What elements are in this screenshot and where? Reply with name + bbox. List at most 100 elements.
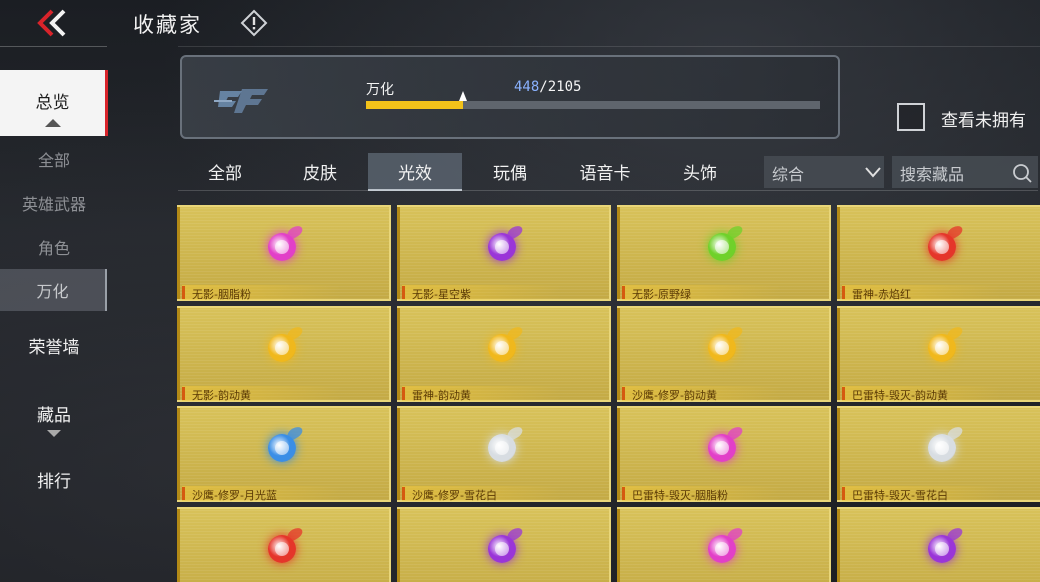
effect-streak-icon bbox=[505, 223, 525, 241]
progress-total: /2105 bbox=[539, 79, 582, 95]
cf-logo-icon bbox=[212, 79, 276, 119]
card-name: 巴雷特-毁灭-雪花白 bbox=[852, 489, 948, 502]
effect-streak-icon bbox=[725, 223, 745, 241]
collection-card[interactable] bbox=[397, 507, 611, 582]
effect-streak-icon bbox=[945, 424, 965, 442]
collection-card[interactable] bbox=[177, 507, 391, 582]
search-input[interactable]: 搜索藏品 bbox=[892, 156, 1038, 188]
collection-card[interactable]: 无影-胭脂粉 bbox=[177, 205, 391, 301]
sidebar-item-ranking[interactable]: 排行 bbox=[0, 467, 108, 492]
effect-streak-icon bbox=[285, 525, 305, 543]
progress-label: 万化 bbox=[366, 82, 394, 98]
search-placeholder: 搜索藏品 bbox=[900, 165, 965, 184]
collection-card[interactable]: 雷神-赤焰红 bbox=[837, 205, 1040, 301]
effect-streak-icon bbox=[505, 424, 525, 442]
progress-bar bbox=[366, 91, 820, 109]
sidebar-item-overview[interactable]: 总览 bbox=[0, 70, 108, 136]
caret-up-icon bbox=[45, 119, 61, 127]
show-unowned-toggle[interactable]: 查看未拥有 bbox=[897, 103, 1037, 131]
effect-streak-icon bbox=[945, 223, 965, 241]
collection-card[interactable] bbox=[617, 507, 831, 582]
chevron-down-icon bbox=[865, 167, 881, 178]
card-name: 雷神-赤焰红 bbox=[852, 288, 911, 301]
collection-card[interactable]: 无影-星空紫 bbox=[397, 205, 611, 301]
card-name: 无影-韵动黄 bbox=[192, 389, 251, 402]
sidebar-item-label: 总览 bbox=[35, 93, 70, 113]
tab-dolls[interactable]: 玩偶 bbox=[463, 153, 557, 191]
card-name-bar: 沙鹰-修罗-雪花白 bbox=[402, 486, 562, 502]
caret-down-icon bbox=[47, 430, 61, 437]
card-name: 沙鹰-修罗-月光蓝 bbox=[192, 489, 277, 502]
collection-card[interactable]: 沙鹰-修罗-月光蓝 bbox=[177, 406, 391, 502]
card-name: 无影-星空紫 bbox=[412, 288, 471, 301]
effect-streak-icon bbox=[285, 223, 305, 241]
sidebar-item-honor-wall[interactable]: 荣誉墙 bbox=[0, 333, 108, 358]
card-name-bar: 雷神-韵动黄 bbox=[402, 386, 562, 402]
card-name: 雷神-韵动黄 bbox=[412, 389, 471, 402]
card-name: 沙鹰-修罗-韵动黄 bbox=[632, 389, 717, 402]
card-name-bar: 沙鹰-修罗-月光蓝 bbox=[182, 486, 342, 502]
sidebar-subitem-characters[interactable]: 角色 bbox=[0, 235, 108, 259]
collection-card[interactable]: 无影-原野绿 bbox=[617, 205, 831, 301]
card-name-bar: 无影-胭脂粉 bbox=[182, 285, 342, 301]
collection-grid: 无影-胭脂粉 无影-星空紫 无影-原野绿 雷神-赤焰红 无影-韵动黄 雷神-韵动黄 沙鹰-修… bbox=[177, 205, 1040, 582]
card-name-bar: 巴雷特-毁灭-雪花白 bbox=[842, 486, 1002, 502]
page-title: 收藏家 bbox=[133, 13, 202, 37]
sidebar-subitem-all[interactable]: 全部 bbox=[0, 147, 108, 171]
collection-card[interactable]: 无影-韵动黄 bbox=[177, 306, 391, 402]
effect-streak-icon bbox=[285, 324, 305, 342]
divider bbox=[0, 46, 107, 47]
unowned-label: 查看未拥有 bbox=[941, 111, 1026, 131]
progress-count: 448/2105 bbox=[514, 79, 581, 95]
sidebar-subitem-wanhua[interactable]: 万化 bbox=[0, 269, 107, 311]
top-bar: 收藏家 bbox=[0, 0, 1040, 46]
tab-voice-cards[interactable]: 语音卡 bbox=[558, 153, 652, 191]
sidebar-item-label: 藏品 bbox=[37, 406, 71, 426]
back-chevron-icon bbox=[37, 9, 66, 37]
tab-headwear[interactable]: 头饰 bbox=[653, 153, 747, 191]
collection-card[interactable]: 巴雷特-毁灭-韵动黄 bbox=[837, 306, 1040, 402]
card-name-bar: 沙鹰-修罗-韵动黄 bbox=[622, 386, 782, 402]
effect-streak-icon bbox=[285, 424, 305, 442]
effect-streak-icon bbox=[725, 324, 745, 342]
category-tabs: 全部 皮肤 光效 玩偶 语音卡 头饰 综合 搜索藏品 bbox=[178, 153, 1040, 191]
card-name-bar: 无影-星空紫 bbox=[402, 285, 562, 301]
collection-card[interactable]: 巴雷特-毁灭-雪花白 bbox=[837, 406, 1040, 502]
card-name-bar: 巴雷特-毁灭-韵动黄 bbox=[842, 386, 1002, 402]
back-button[interactable] bbox=[34, 8, 74, 38]
divider bbox=[178, 190, 1038, 191]
card-name-bar: 巴雷特-毁灭-胭脂粉 bbox=[622, 486, 782, 502]
collection-card[interactable]: 雷神-韵动黄 bbox=[397, 306, 611, 402]
card-name-bar: 雷神-赤焰红 bbox=[842, 285, 1002, 301]
sidebar-subitem-hero-weapons[interactable]: 英雄武器 bbox=[0, 191, 108, 215]
sort-dropdown[interactable]: 综合 bbox=[764, 156, 884, 188]
unowned-checkbox[interactable] bbox=[897, 103, 925, 131]
progress-current: 448 bbox=[514, 79, 540, 95]
progress-bar-fill bbox=[366, 101, 463, 109]
card-name: 无影-胭脂粉 bbox=[192, 288, 251, 301]
tab-skins[interactable]: 皮肤 bbox=[273, 153, 367, 191]
collection-card[interactable]: 巴雷特-毁灭-胭脂粉 bbox=[617, 406, 831, 502]
collection-card[interactable]: 沙鹰-修罗-韵动黄 bbox=[617, 306, 831, 402]
sidebar-item-collection[interactable]: 藏品 bbox=[0, 401, 108, 437]
info-button[interactable] bbox=[240, 9, 268, 37]
collection-card[interactable]: 沙鹰-修罗-雪花白 bbox=[397, 406, 611, 502]
progress-panel: 万化 448/2105 bbox=[180, 55, 840, 139]
effect-streak-icon bbox=[945, 525, 965, 543]
divider bbox=[178, 46, 1040, 47]
effect-streak-icon bbox=[505, 525, 525, 543]
info-icon bbox=[240, 9, 268, 37]
card-name: 巴雷特-毁灭-胭脂粉 bbox=[632, 489, 728, 502]
card-name: 巴雷特-毁灭-韵动黄 bbox=[852, 389, 948, 402]
effect-streak-icon bbox=[725, 424, 745, 442]
card-name: 无影-原野绿 bbox=[632, 288, 691, 301]
search-icon bbox=[1013, 164, 1032, 183]
tab-effects[interactable]: 光效 bbox=[368, 153, 462, 191]
tab-all[interactable]: 全部 bbox=[178, 153, 272, 191]
card-name: 沙鹰-修罗-雪花白 bbox=[412, 489, 497, 502]
effect-streak-icon bbox=[945, 324, 965, 342]
effect-streak-icon bbox=[725, 525, 745, 543]
card-name-bar: 无影-原野绿 bbox=[622, 285, 782, 301]
sort-value: 综合 bbox=[772, 165, 805, 184]
collection-card[interactable] bbox=[837, 507, 1040, 582]
